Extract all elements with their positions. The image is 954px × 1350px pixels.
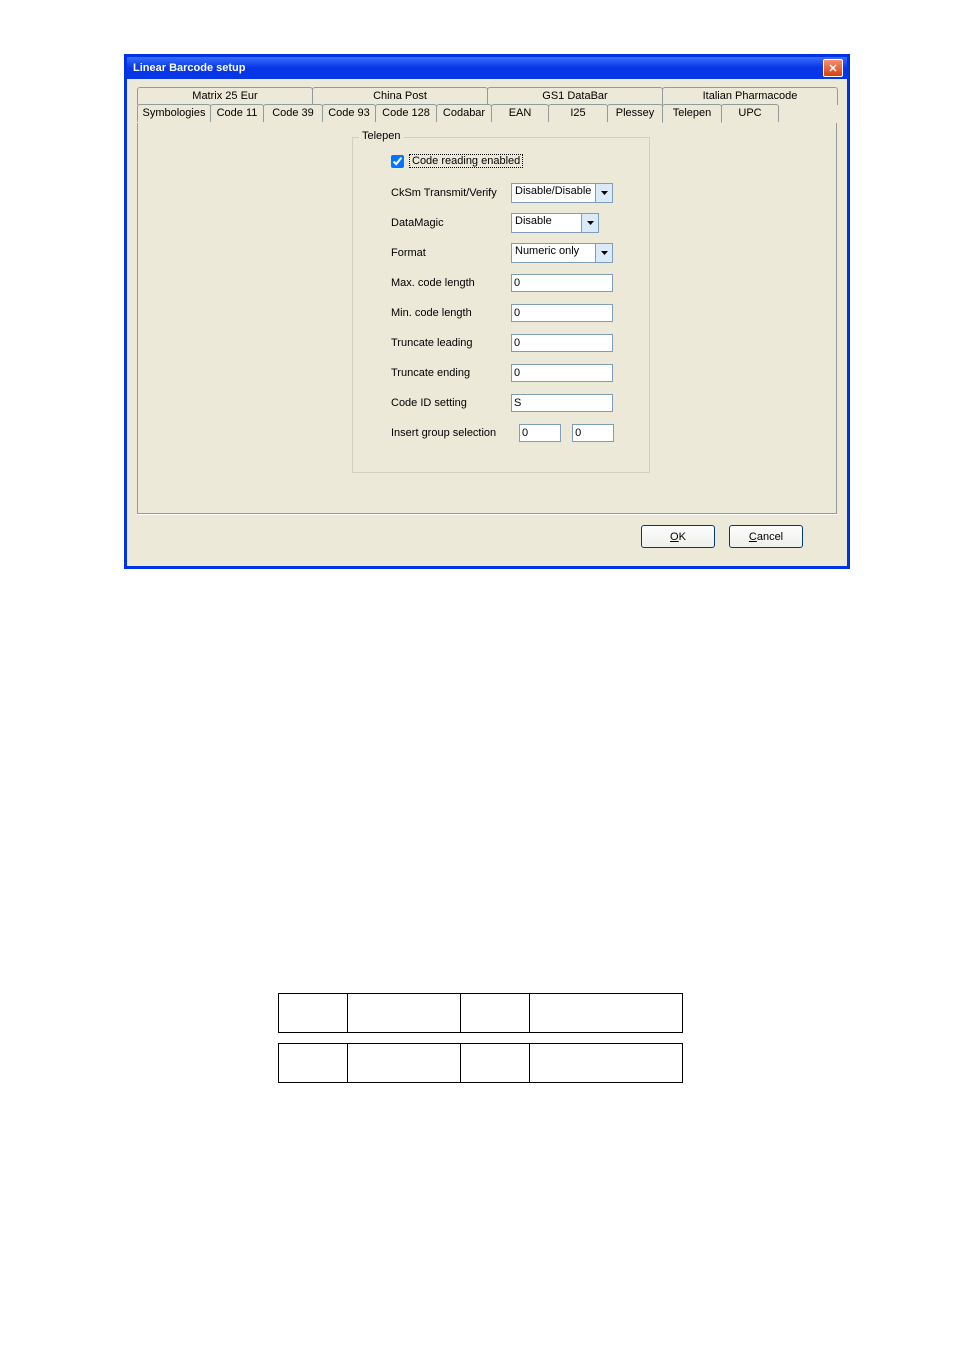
- tab-italian-pharmacode[interactable]: Italian Pharmacode: [662, 87, 838, 105]
- tab-matrix-25-eur[interactable]: Matrix 25 Eur: [137, 87, 313, 105]
- tab-china-post[interactable]: China Post: [312, 87, 488, 105]
- min-code-length-input[interactable]: [511, 304, 613, 322]
- tab-code-39[interactable]: Code 39: [263, 104, 323, 122]
- title-text: Linear Barcode setup: [133, 62, 823, 74]
- close-icon[interactable]: ✕: [823, 59, 843, 77]
- tab-ean[interactable]: EAN: [491, 104, 549, 122]
- tab-telepen[interactable]: Telepen: [662, 104, 722, 123]
- chevron-down-icon: [581, 214, 598, 232]
- min-code-length-label: Min. code length: [365, 307, 511, 319]
- insert-group-selection-label: Insert group selection: [365, 427, 519, 439]
- cksm-combo[interactable]: Disable/Disable: [511, 183, 613, 203]
- truncate-leading-label: Truncate leading: [365, 337, 511, 349]
- chevron-down-icon: [595, 244, 612, 262]
- group-legend: Telepen: [359, 130, 404, 142]
- cksm-label: CkSm Transmit/Verify: [365, 187, 511, 199]
- tab-strip: Matrix 25 Eur China Post GS1 DataBar Ita…: [137, 87, 837, 123]
- tab-code-11[interactable]: Code 11: [210, 104, 264, 122]
- tab-i25[interactable]: I25: [548, 104, 608, 122]
- tab-gs1-databar[interactable]: GS1 DataBar: [487, 87, 663, 105]
- code-id-setting-label: Code ID setting: [365, 397, 511, 409]
- tab-codabar[interactable]: Codabar: [436, 104, 492, 122]
- tab-symbologies[interactable]: Symbologies: [137, 104, 211, 122]
- datamagic-combo[interactable]: Disable: [511, 213, 599, 233]
- title-bar: Linear Barcode setup ✕: [127, 57, 847, 79]
- code-reading-enabled-label: Code reading enabled: [409, 154, 523, 168]
- tab-upc[interactable]: UPC: [721, 104, 779, 122]
- tab-panel: Telepen Code reading enabled CkSm Transm…: [137, 123, 837, 514]
- code-reading-enabled-checkbox[interactable]: [391, 155, 404, 168]
- cancel-button[interactable]: Cancel: [729, 525, 803, 548]
- insert-group-selection-input-1[interactable]: [519, 424, 561, 442]
- code-id-setting-input[interactable]: [511, 394, 613, 412]
- datamagic-label: DataMagic: [365, 217, 511, 229]
- max-code-length-label: Max. code length: [365, 277, 511, 289]
- insert-group-selection-input-2[interactable]: [572, 424, 614, 442]
- format-label: Format: [365, 247, 511, 259]
- chevron-down-icon: [595, 184, 612, 202]
- dialog-linear-barcode-setup: Linear Barcode setup ✕ Matrix 25 Eur Chi…: [124, 54, 850, 569]
- empty-table: [278, 993, 683, 1083]
- max-code-length-input[interactable]: [511, 274, 613, 292]
- truncate-ending-label: Truncate ending: [365, 367, 511, 379]
- truncate-ending-input[interactable]: [511, 364, 613, 382]
- dialog-footer: OK Cancel: [137, 514, 837, 558]
- truncate-leading-input[interactable]: [511, 334, 613, 352]
- format-combo[interactable]: Numeric only: [511, 243, 613, 263]
- tab-plessey[interactable]: Plessey: [607, 104, 663, 122]
- tab-code-128[interactable]: Code 128: [375, 104, 437, 122]
- group-telepen: Telepen Code reading enabled CkSm Transm…: [352, 137, 650, 473]
- tab-code-93[interactable]: Code 93: [322, 104, 376, 122]
- ok-button[interactable]: OK: [641, 525, 715, 548]
